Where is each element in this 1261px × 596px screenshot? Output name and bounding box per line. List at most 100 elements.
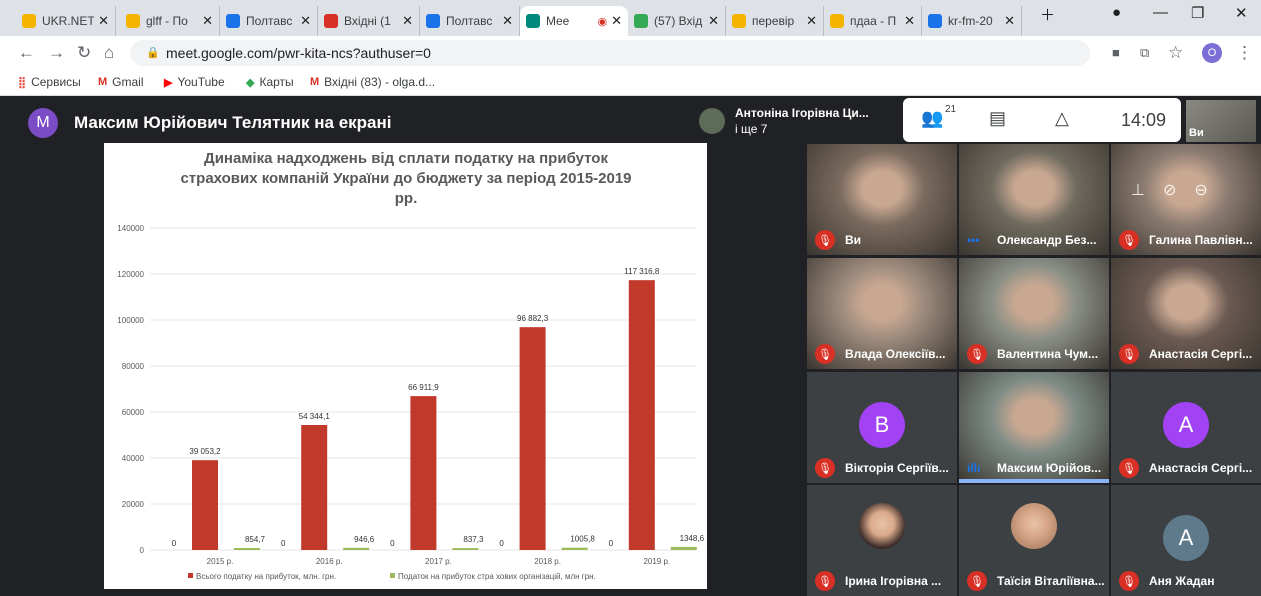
data-label: 66 911,9	[408, 383, 439, 392]
tab-2[interactable]: Полтавс ✕	[220, 6, 318, 36]
close-tab-icon[interactable]: ✕	[904, 13, 915, 29]
tab-5[interactable]: Mee ◉ ✕	[520, 6, 628, 36]
tab-title: Вхідні (1	[344, 14, 391, 28]
tab-title: перевір	[752, 14, 795, 28]
minimize-button[interactable]: —	[1153, 4, 1168, 21]
reload-button[interactable]: ↻	[77, 43, 91, 63]
camera-icon[interactable]: ■	[1112, 45, 1120, 60]
bookmark-1[interactable]: M Gmail	[98, 75, 144, 89]
participant-tile[interactable]: 🎙 Влада Олексіїв...	[807, 258, 957, 369]
bookmark-label: Карты	[259, 75, 294, 89]
close-tab-icon[interactable]: ✕	[502, 13, 513, 29]
remove-icon[interactable]: ⊖	[1194, 180, 1207, 200]
audio-level-icon: •••	[967, 233, 980, 247]
tab-title: UKR.NET	[42, 14, 95, 28]
mic-muted-icon: 🎙	[967, 344, 987, 364]
menu-icon[interactable]: ⋮	[1236, 43, 1253, 63]
profile-avatar[interactable]: O	[1202, 43, 1222, 63]
bar-total	[192, 460, 218, 550]
pin-icon[interactable]: ⊥	[1131, 180, 1145, 200]
y-tick-label: 80000	[122, 362, 145, 371]
self-view-thumbnail[interactable]: Ви	[1186, 100, 1256, 142]
participant-name: Олександр Без...	[997, 233, 1097, 247]
restore-button[interactable]: ❐	[1191, 4, 1204, 22]
tab-title: (57) Вхід	[654, 14, 703, 28]
close-tab-icon[interactable]: ✕	[708, 13, 719, 29]
legend-swatch	[188, 573, 193, 578]
tab-6[interactable]: (57) Вхід ✕	[628, 6, 726, 36]
tab-9[interactable]: kr-fm-20 ✕	[922, 6, 1022, 36]
data-label: 854,7	[245, 535, 266, 544]
inbox-icon	[634, 14, 648, 28]
chat-icon[interactable]: ▤	[989, 108, 1006, 129]
participant-tile[interactable]: 🎙 Анастасія Сергі...	[1111, 258, 1261, 369]
bookmark-3[interactable]: ◆ Карты	[246, 75, 294, 89]
participants-pill[interactable]: Антоніна Ігорівна Ци... і ще 7	[695, 102, 893, 142]
participant-tile[interactable]: B 🎙 Вікторія Сергіїв...	[807, 372, 957, 483]
yellow-doc-icon	[732, 14, 746, 28]
legend-swatch	[390, 573, 395, 578]
y-tick-label: 20000	[122, 500, 145, 509]
participant-tile[interactable]: 🎙 Валентина Чум...	[959, 258, 1109, 369]
mic-muted-icon: 🎙	[1119, 230, 1139, 250]
participant-tile[interactable]: ıllı Максим Юрійов...	[959, 372, 1109, 483]
participant-tile[interactable]: A 🎙 Анастасія Сергі...	[1111, 372, 1261, 483]
close-tab-icon[interactable]: ✕	[300, 13, 311, 29]
tab-0[interactable]: UKR.NET ✕	[16, 6, 116, 36]
home-button[interactable]: ⌂	[104, 43, 114, 63]
participant-photo	[1011, 503, 1057, 549]
globe-icon	[226, 14, 240, 28]
star-icon[interactable]: ☆	[1168, 43, 1183, 63]
close-tab-icon[interactable]: ✕	[806, 13, 817, 29]
globe-icon	[928, 14, 942, 28]
y-tick-label: 0	[140, 546, 145, 555]
close-window-button[interactable]: ✕	[1235, 4, 1248, 22]
participant-tile[interactable]: 🎙 Ви	[807, 144, 957, 255]
close-tab-icon[interactable]: ✕	[98, 13, 109, 29]
tab-title: kr-fm-20	[948, 14, 993, 28]
maps-icon: ◆	[246, 76, 255, 89]
gmail-icon	[324, 14, 338, 28]
bookmark-0[interactable]: ⣿ Сервисы	[18, 75, 81, 89]
people-icon[interactable]: 👥	[921, 108, 943, 129]
data-label: 117 316,8	[624, 267, 660, 276]
address-bar: ← → ↻ ⌂ 🔒 meet.google.com/pwr-kita-ncs?a…	[0, 36, 1261, 70]
bar-total	[410, 396, 437, 550]
participant-avatar	[699, 108, 725, 134]
participant-tile[interactable]: 🎙 Таїсія Віталіївна...	[959, 485, 1109, 596]
tab-3[interactable]: Вхідні (1 ✕	[318, 6, 420, 36]
bar-total	[628, 280, 655, 550]
close-tab-icon[interactable]: ✕	[1004, 13, 1015, 29]
close-tab-icon[interactable]: ✕	[402, 13, 413, 29]
participant-tile[interactable]: 🎙 Ірина Ігорівна ...	[807, 485, 957, 596]
ukrnet-icon	[22, 14, 36, 28]
tab-8[interactable]: пдаа - П ✕	[824, 6, 922, 36]
mute-icon[interactable]: ⊘	[1163, 180, 1176, 200]
bookmark-2[interactable]: ▶ YouTube	[164, 75, 225, 89]
mic-muted-icon: 🎙	[815, 571, 835, 591]
back-button[interactable]: ←	[18, 43, 35, 63]
data-label: 96 882,3	[517, 314, 549, 323]
forward-button[interactable]: →	[48, 43, 65, 63]
translate-icon[interactable]: ⧉	[1140, 45, 1149, 61]
participant-tile[interactable]: ⊥ ⊘ ⊖ 🎙 Галина Павлівн...	[1111, 144, 1261, 255]
new-tab-button[interactable]: ＋	[1040, 4, 1055, 25]
url-field[interactable]: 🔒 meet.google.com/pwr-kita-ncs?authuser=…	[130, 40, 1090, 66]
close-tab-icon[interactable]: ✕	[611, 13, 622, 29]
zero-label: 0	[499, 539, 504, 548]
tab-4[interactable]: Полтавс ✕	[420, 6, 520, 36]
participant-tile[interactable]: ••• Олександр Без...	[959, 144, 1109, 255]
bar-insurance	[234, 548, 260, 550]
profile-menu-icon[interactable]: ●	[1112, 4, 1121, 21]
speaking-indicator	[959, 479, 1109, 483]
gmail-icon: M	[98, 76, 108, 88]
lock-icon: 🔒	[146, 47, 160, 59]
tab-1[interactable]: glff - По ✕	[120, 6, 220, 36]
tab-7[interactable]: перевір ✕	[726, 6, 824, 36]
bookmark-4[interactable]: M Вхідні (83) - olga.d...	[310, 75, 435, 89]
participant-tile[interactable]: A 🎙 Аня Жадан	[1111, 485, 1261, 596]
close-tab-icon[interactable]: ✕	[202, 13, 213, 29]
participant-name: Галина Павлівн...	[1149, 233, 1253, 247]
activities-icon[interactable]: △	[1055, 108, 1069, 129]
x-tick-label: 2016 р.	[316, 557, 343, 566]
